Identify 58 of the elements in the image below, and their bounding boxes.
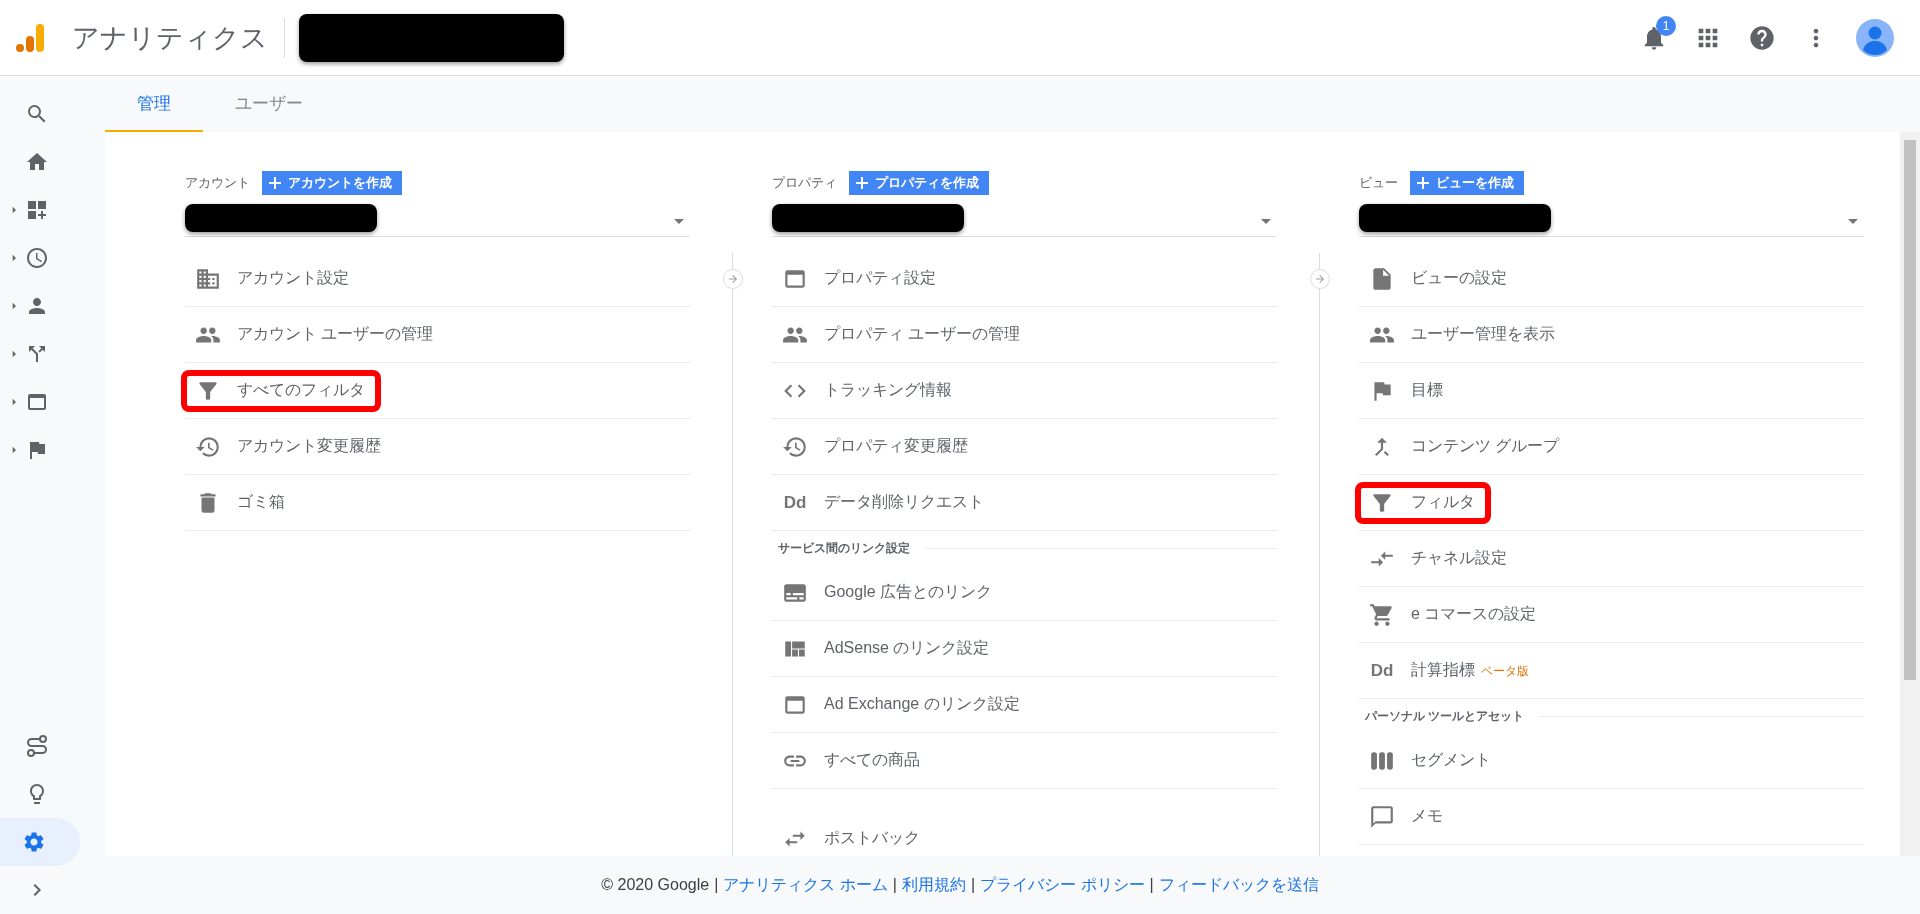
column-label: アカウント [185,174,250,192]
help-icon[interactable] [1748,23,1776,52]
menu-item[interactable]: すべてのフィルタ [181,369,381,412]
menu-item[interactable]: トラッキング情報 [772,371,966,410]
menu-item[interactable]: Dd データ削除リクエスト [772,486,998,519]
dd-icon: Dd [1367,660,1397,681]
menu-item[interactable]: ユーザー管理を表示 [1359,315,1569,354]
menu-item[interactable]: AdSense のリンク設定 [772,629,1004,668]
footer-link[interactable]: アナリティクス ホーム [723,874,888,896]
separator-text: | [1149,876,1154,894]
avatar-icon[interactable] [1856,18,1894,57]
menu-item[interactable]: セグメント [1359,741,1505,780]
settings-icon[interactable] [0,818,80,866]
menu-item[interactable]: プロパティ設定 [772,259,950,298]
section-heading: サービス間のリンク設定 [778,539,910,557]
menu-item[interactable]: フィルタ [1355,481,1491,524]
menu-item[interactable]: Google 広告とのリンク [772,573,1007,612]
menu-item[interactable]: 目標 [1359,371,1457,410]
menu-item[interactable]: ゴミ箱 [185,483,299,522]
menu-item[interactable]: すべての商品 [772,741,934,780]
menu-item[interactable]: e コマースの設定 [1359,595,1551,634]
menu-item[interactable]: Dd 計算指標 ベータ版 [1359,654,1543,687]
dropdown-caret-icon [1261,219,1271,224]
logo-icon [15,22,45,53]
menu-item[interactable]: コンテンツ グループ [1359,427,1574,466]
separator-text: | [892,876,897,894]
scrollbar[interactable] [1900,132,1920,856]
menu-item[interactable]: プロパティ変更履歴 [772,427,982,466]
create-button[interactable]: アカウントを作成 [262,171,402,195]
plus-icon [855,176,869,190]
dd-icon: Dd [780,492,810,513]
separator-text: | [970,876,976,894]
notification-badge: 1 [1656,15,1676,36]
tab[interactable]: ユーザー [203,76,335,132]
menu-item[interactable]: アカウント ユーザーの管理 [185,315,448,354]
menu-item[interactable]: Ad Exchange のリンク設定 [772,685,1034,724]
column-label: プロパティ [772,174,837,192]
create-button[interactable]: ビューを作成 [1410,171,1524,195]
menu-item[interactable]: ビューの設定 [1359,259,1521,298]
app-title: アナリティクス [72,21,268,55]
plus-icon [268,176,282,190]
menu-item[interactable]: アカウント変更履歴 [185,427,395,466]
menu-item[interactable]: ポストバック [772,819,934,856]
dropdown-caret-icon [1848,219,1858,224]
footer-link[interactable]: プライバシー ポリシー [980,874,1145,896]
column-label: ビュー [1359,174,1398,192]
section-heading: パーソナル ツールとアセット [1365,707,1525,725]
separator-text: | [714,876,719,894]
create-button[interactable]: プロパティを作成 [849,171,989,195]
plus-icon [1416,176,1430,190]
dropdown-caret-icon [674,219,684,224]
menu-item[interactable]: アカウント設定 [185,259,363,298]
menu-item[interactable]: チャネル設定 [1359,539,1521,578]
copyright-text: © 2020 Google [601,876,710,894]
menu-item[interactable]: メモ [1359,797,1457,836]
footer-link[interactable]: 利用規約 [901,874,966,896]
footer-link[interactable]: フィードバックを送信 [1158,874,1319,896]
menu-item[interactable]: プロパティ ユーザーの管理 [772,315,1035,354]
